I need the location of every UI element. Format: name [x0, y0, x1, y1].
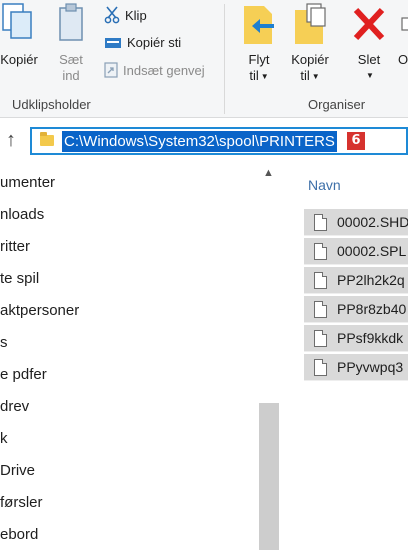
nav-item-desktop[interactable]: ebord: [0, 526, 38, 543]
file-name: PPyvwpq3: [337, 359, 404, 375]
copy-button[interactable]: Kopiér: [0, 0, 44, 68]
chevron-up-icon[interactable]: ▲: [263, 167, 274, 179]
file-icon: [314, 330, 327, 347]
paste-shortcut-label: Indsæt genvej: [123, 62, 205, 78]
address-bar[interactable]: C:\Windows\System32\spool\PRINTERS 6: [30, 127, 408, 155]
nav-item-s[interactable]: s: [0, 334, 8, 351]
copy-path-icon: [105, 37, 121, 48]
delete-x-icon: [353, 7, 385, 41]
rename-button[interactable]: O: [398, 0, 408, 68]
nav-item-contacts[interactable]: aktpersoner: [0, 302, 79, 319]
scroll-thumb[interactable]: [259, 403, 279, 550]
column-header-name[interactable]: Navn: [308, 177, 341, 193]
ribbon: Kopiér Sæt ind Klip Kopiér sti Indsæt ge…: [0, 0, 408, 118]
nav-item-pdfs[interactable]: e pdfer: [0, 366, 47, 383]
paste-shortcut-button[interactable]: Indsæt genvej: [104, 62, 205, 78]
file-name: PP8r8zb40: [337, 301, 407, 317]
copy-to-folder-icon: [295, 3, 326, 44]
up-arrow-icon[interactable]: ↑: [6, 129, 16, 152]
folder-icon: [40, 132, 54, 146]
move-to-label-line2-wrap: til ▼: [236, 68, 282, 85]
file-row[interactable]: PP2lh2k2q: [304, 267, 408, 294]
file-icon: [314, 359, 327, 376]
copy-to-label-line2-wrap: til ▼: [284, 68, 336, 85]
rename-icon: [401, 17, 408, 31]
chevron-down-icon: ▼: [366, 71, 374, 80]
nav-item-recordings[interactable]: førsler: [0, 494, 43, 511]
paste-label-line1: Sæt: [59, 52, 83, 67]
delete-label: Slet: [357, 52, 381, 67]
cut-button[interactable]: Klip: [104, 6, 147, 24]
cut-label: Klip: [125, 7, 147, 23]
nav-item-downloads[interactable]: nloads: [0, 206, 44, 223]
file-name: 00002.SHD: [337, 214, 408, 230]
move-to-folder-icon: [244, 6, 274, 44]
navigation-pane: umenter nloads ritter te spil aktpersone…: [0, 163, 282, 550]
chevron-down-icon: ▼: [260, 71, 269, 81]
file-row[interactable]: PPsf9kkdk: [304, 325, 408, 352]
scissors-icon: [104, 6, 120, 24]
file-name: 00002.SPL: [337, 243, 407, 259]
file-row[interactable]: 00002.SHD: [304, 209, 408, 236]
move-to-button[interactable]: Flyt til ▼: [236, 0, 282, 85]
clipboard-icon: [59, 3, 83, 41]
file-name: PP2lh2k2q: [337, 272, 405, 288]
nav-item-saved-games[interactable]: te spil: [0, 270, 39, 287]
copy-to-label-line1: Kopiér: [291, 52, 329, 67]
file-icon: [314, 243, 327, 260]
file-row[interactable]: PP8r8zb40: [304, 296, 408, 323]
nav-item-documents[interactable]: umenter: [0, 174, 55, 191]
copy-icon: [2, 3, 32, 39]
nav-item-drive[interactable]: drev: [0, 398, 29, 415]
file-icon: [314, 272, 327, 289]
clipboard-group-label: Udklipsholder: [12, 97, 91, 112]
move-to-label-line2: til: [249, 68, 259, 83]
step-badge: 6: [347, 132, 365, 150]
copy-label: Kopiér: [0, 52, 38, 67]
paste-label-line2: ind: [62, 68, 80, 83]
copy-to-label-line2: til: [300, 68, 310, 83]
file-list: Navn 00002.SHD 00002.SPL PP2lh2k2q PP8r8…: [282, 163, 408, 550]
ribbon-separator: [224, 4, 225, 114]
file-row[interactable]: 00002.SPL: [304, 238, 408, 265]
copy-to-button[interactable]: Kopiér til ▼: [284, 0, 336, 85]
copy-path-label: Kopiér sti: [127, 35, 182, 50]
file-icon: [314, 214, 327, 231]
delete-button[interactable]: Slet ▼: [346, 0, 392, 84]
address-path[interactable]: C:\Windows\System32\spool\PRINTERS: [62, 131, 337, 152]
copy-path-button[interactable]: Kopiér sti: [104, 35, 181, 50]
chevron-down-icon: ▼: [311, 71, 320, 81]
nav-scrollbar[interactable]: ▲: [259, 163, 279, 550]
shortcut-icon: [104, 62, 118, 78]
nav-item-fonts[interactable]: ritter: [0, 238, 30, 255]
nav-item-onedrive[interactable]: Drive: [0, 462, 35, 479]
move-to-label-line1: Flyt: [248, 52, 270, 67]
nav-item-k[interactable]: k: [0, 430, 8, 447]
paste-button[interactable]: Sæt ind: [50, 0, 92, 84]
file-name: PPsf9kkdk: [337, 330, 404, 346]
organize-group-label: Organiser: [308, 97, 366, 112]
file-icon: [314, 301, 327, 318]
rename-label: O: [398, 52, 408, 67]
file-row[interactable]: PPyvwpq3: [304, 354, 408, 381]
address-bar-row: ↑ C:\Windows\System32\spool\PRINTERS 6: [0, 119, 408, 163]
